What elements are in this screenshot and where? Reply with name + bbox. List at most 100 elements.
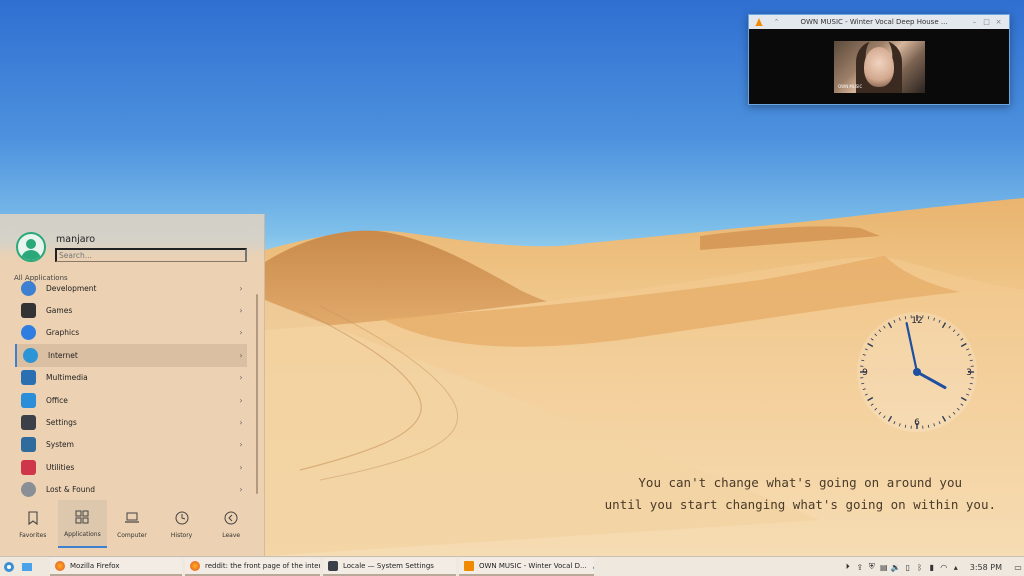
clock-numeral-6: 6 bbox=[914, 418, 920, 428]
category-label: Lost & Found bbox=[46, 485, 96, 495]
desktop-quote: You can't change what's going on around … bbox=[576, 472, 996, 516]
vlc-window-title: OWN MUSIC - Winter Vocal Deep House ... bbox=[800, 18, 948, 26]
category-label: System bbox=[46, 440, 74, 450]
maximize-icon[interactable]: □ bbox=[982, 18, 991, 26]
tab-favorites[interactable]: Favorites bbox=[8, 500, 58, 548]
minimize-icon[interactable]: – bbox=[970, 18, 979, 26]
category-item-development[interactable]: Development › bbox=[15, 277, 247, 299]
launcher-tabs: Favorites Applications Computer History … bbox=[0, 500, 265, 556]
show-desktop-icon[interactable]: ▭ bbox=[1012, 563, 1024, 572]
category-item-internet[interactable]: Internet › bbox=[15, 344, 247, 367]
media-player-icon[interactable]: ⏵ bbox=[842, 562, 854, 572]
application-launcher-button[interactable] bbox=[0, 558, 18, 576]
task-firefox[interactable]: Mozilla Firefox bbox=[50, 557, 182, 576]
category-item-graphics[interactable]: Graphics › bbox=[15, 322, 247, 344]
category-item-utilities[interactable]: Utilities › bbox=[15, 456, 247, 478]
tab-history[interactable]: History bbox=[157, 500, 207, 548]
quote-line-2: until you start changing what's going on… bbox=[604, 497, 996, 512]
clock-numeral-3: 3 bbox=[966, 368, 972, 378]
pin-icon[interactable]: ⌃ bbox=[772, 18, 781, 26]
category-item-multimedia[interactable]: Multimedia › bbox=[15, 367, 247, 389]
clock-numeral-12: 12 bbox=[911, 316, 922, 326]
development-icon bbox=[21, 280, 36, 296]
chevron-right-icon: › bbox=[239, 485, 243, 495]
category-label: Multimedia bbox=[46, 373, 88, 383]
vlc-cone-icon bbox=[464, 560, 474, 571]
chevron-right-icon: › bbox=[239, 440, 243, 450]
category-label: Office bbox=[46, 395, 68, 405]
utilities-icon bbox=[21, 459, 36, 475]
audio-playing-icon[interactable]: 🔊 bbox=[593, 561, 594, 570]
chevron-right-icon: › bbox=[239, 306, 243, 316]
history-clock-icon bbox=[175, 511, 189, 524]
tab-leave[interactable]: Leave bbox=[206, 500, 256, 548]
search-input[interactable] bbox=[55, 248, 247, 262]
tab-label: Favorites bbox=[19, 531, 47, 539]
avatar-body bbox=[21, 250, 41, 260]
analog-clock-widget[interactable]: 12 3 6 9 bbox=[854, 309, 980, 435]
bookmark-icon bbox=[28, 510, 38, 525]
category-label: Graphics bbox=[46, 328, 80, 338]
task-reddit-firefox[interactable]: reddit: the front page of the inter... bbox=[185, 557, 320, 576]
security-shield-icon[interactable]: ⛨ bbox=[866, 562, 878, 572]
clipboard-icon[interactable]: ▤ bbox=[878, 563, 890, 572]
leave-arrow-icon bbox=[224, 511, 238, 524]
tab-label: Applications bbox=[64, 530, 101, 538]
close-icon[interactable]: × bbox=[994, 18, 1003, 26]
system-icon bbox=[21, 437, 36, 453]
tab-label: Leave bbox=[222, 531, 241, 539]
notes-icon[interactable]: ▯ bbox=[902, 563, 914, 572]
taskbar-panel: Mozilla Firefox reddit: the front page o… bbox=[0, 556, 1024, 576]
graphics-icon bbox=[21, 325, 36, 341]
menu-scrollbar[interactable] bbox=[256, 294, 258, 494]
tab-computer[interactable]: Computer bbox=[107, 500, 157, 548]
category-item-lost-found[interactable]: Lost & Found › bbox=[15, 479, 247, 501]
volume-icon[interactable]: 🔉 bbox=[890, 563, 902, 572]
vlc-mini-player-window[interactable]: ⌃ OWN MUSIC - Winter Vocal Deep House ..… bbox=[748, 14, 1010, 105]
task-label: OWN MUSIC - Winter Vocal D... bbox=[479, 561, 587, 570]
chevron-right-icon: › bbox=[239, 418, 243, 428]
video-frame[interactable]: OWN MUSIC bbox=[834, 41, 925, 93]
chevron-right-icon: › bbox=[239, 328, 243, 338]
settings-icon bbox=[328, 560, 338, 571]
category-item-system[interactable]: System › bbox=[15, 434, 247, 456]
settings-icon bbox=[21, 415, 36, 431]
clock-center bbox=[913, 368, 921, 376]
chevron-right-icon: › bbox=[239, 283, 243, 293]
task-vlc[interactable]: OWN MUSIC - Winter Vocal D... 🔊 bbox=[459, 557, 594, 576]
category-item-office[interactable]: Office › bbox=[15, 389, 247, 411]
category-label: Games bbox=[46, 306, 73, 316]
username-label: manjaro bbox=[56, 234, 96, 245]
category-list: Development › Games › Graphics › Internet › Mult… bbox=[15, 277, 247, 501]
update-icon[interactable]: ⇪ bbox=[854, 563, 866, 572]
avatar-head bbox=[26, 239, 36, 249]
digital-clock[interactable]: 3:58 PM bbox=[970, 563, 1002, 572]
chevron-right-icon: › bbox=[239, 395, 243, 405]
video-person-face bbox=[864, 47, 894, 87]
category-item-settings[interactable]: Settings › bbox=[15, 411, 247, 433]
category-label: Development bbox=[46, 283, 97, 293]
chevron-right-icon: › bbox=[239, 462, 243, 472]
task-label: Mozilla Firefox bbox=[70, 561, 120, 570]
pager-button[interactable] bbox=[18, 558, 36, 576]
tab-label: Computer bbox=[117, 531, 147, 539]
office-icon bbox=[21, 392, 36, 408]
tray-expand-icon[interactable]: ▴ bbox=[950, 563, 962, 572]
launcher-header: manjaro bbox=[0, 214, 265, 270]
task-label: reddit: the front page of the inter... bbox=[205, 561, 320, 570]
quote-line-1: You can't change what's going on around … bbox=[638, 475, 962, 490]
bluetooth-icon[interactable]: ᛒ bbox=[914, 563, 926, 572]
network-icon[interactable]: ◠ bbox=[938, 563, 950, 572]
battery-icon[interactable]: ▮ bbox=[926, 563, 938, 572]
user-avatar[interactable] bbox=[16, 232, 46, 262]
kde-launcher-icon bbox=[4, 561, 14, 572]
multimedia-icon bbox=[21, 370, 36, 386]
task-system-settings[interactable]: Locale — System Settings bbox=[323, 557, 456, 576]
tab-applications[interactable]: Applications bbox=[57, 500, 108, 548]
vlc-titlebar[interactable]: ⌃ OWN MUSIC - Winter Vocal Deep House ..… bbox=[749, 15, 1009, 29]
category-item-games[interactable]: Games › bbox=[15, 299, 247, 321]
firefox-icon bbox=[190, 560, 200, 571]
category-label: Internet bbox=[48, 350, 78, 360]
lost-found-icon bbox=[21, 482, 36, 498]
laptop-icon bbox=[124, 512, 139, 523]
